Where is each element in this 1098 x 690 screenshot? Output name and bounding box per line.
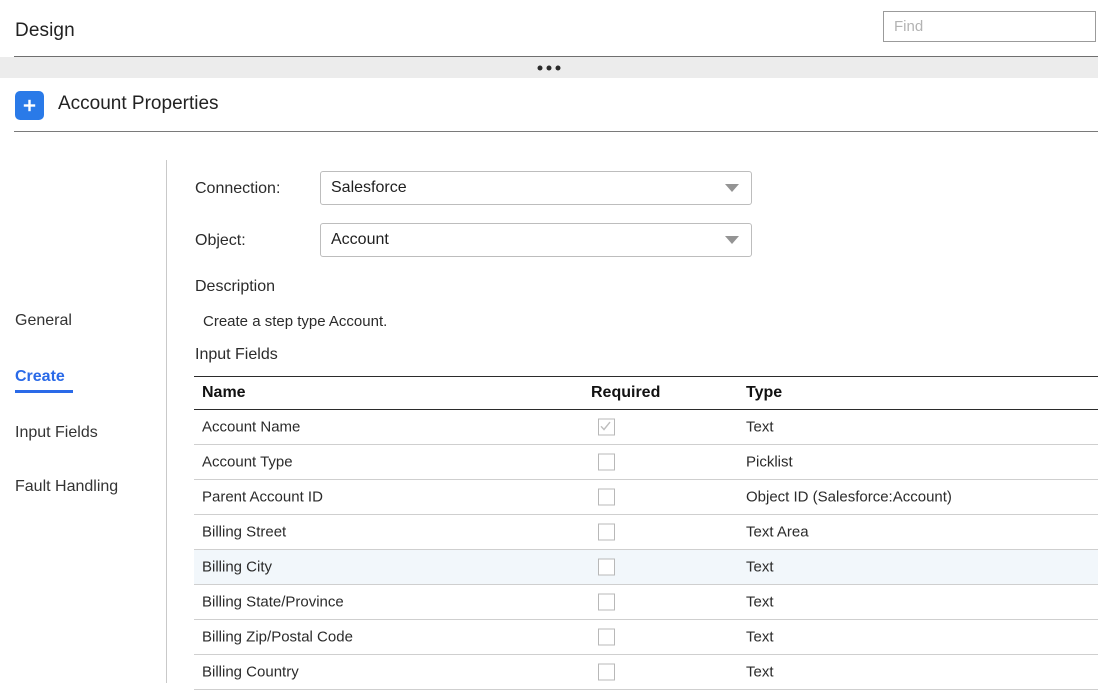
- plus-icon[interactable]: [15, 91, 44, 120]
- sidebar-item-input-fields[interactable]: Input Fields: [15, 424, 98, 442]
- table-row[interactable]: Billing Street Text Area: [194, 515, 1098, 550]
- field-type-cell: Text: [746, 628, 774, 646]
- field-type-cell: Text: [746, 558, 774, 576]
- table-body: Account Name Text Account Type Picklist Pare…: [194, 410, 1098, 690]
- column-header-type: Type: [746, 384, 783, 401]
- ellipsis-dot: [546, 65, 552, 70]
- required-checkbox[interactable]: [598, 663, 615, 681]
- field-type-cell: Object ID (Salesforce:Account): [746, 488, 952, 506]
- field-name-cell: Account Name: [202, 418, 301, 436]
- required-checkbox[interactable]: [598, 628, 615, 646]
- required-checkbox[interactable]: [598, 558, 615, 576]
- input-fields-table: Name Required Type Account Name Text Accou…: [194, 376, 1098, 690]
- connection-select[interactable]: Salesforce: [320, 171, 752, 205]
- table-row[interactable]: Account Name Text: [194, 410, 1098, 445]
- section-title: Account Properties: [58, 93, 219, 114]
- ellipsis-icon[interactable]: [532, 61, 567, 74]
- field-name-cell: Billing Street: [202, 523, 287, 541]
- required-checkbox[interactable]: [598, 523, 615, 541]
- table-row[interactable]: Billing Country Text: [194, 655, 1098, 690]
- sidebar-divider: [166, 160, 167, 683]
- required-checkbox[interactable]: [598, 593, 615, 611]
- field-type-cell: Text: [746, 418, 774, 436]
- input-fields-heading: Input Fields: [195, 346, 278, 363]
- table-row[interactable]: Parent Account ID Object ID (Salesforce:A…: [194, 480, 1098, 515]
- top-bar: Design: [0, 0, 1098, 57]
- table-row[interactable]: Billing City Text: [194, 550, 1098, 585]
- field-type-cell: Text Area: [746, 523, 809, 541]
- table-row[interactable]: Account Type Picklist: [194, 445, 1098, 480]
- chevron-down-icon: [725, 184, 739, 192]
- find-input[interactable]: [883, 11, 1096, 42]
- ellipsis-dot: [537, 65, 543, 70]
- sidebar: General Create Input Fields Fault Handli…: [0, 140, 166, 683]
- field-name-cell: Billing Zip/Postal Code: [202, 628, 353, 646]
- field-name-cell: Billing City: [202, 558, 273, 576]
- connection-label: Connection:: [195, 180, 281, 197]
- required-checkbox[interactable]: [598, 488, 615, 506]
- table-row[interactable]: Billing Zip/Postal Code Text: [194, 620, 1098, 655]
- field-name-cell: Parent Account ID: [202, 488, 323, 506]
- description-heading: Description: [195, 278, 276, 295]
- section-divider: [14, 131, 1098, 132]
- field-name-cell: Billing State/Province: [202, 593, 344, 611]
- sidebar-item-general[interactable]: General: [15, 312, 72, 330]
- field-type-cell: Text: [746, 663, 774, 681]
- toolbar-band: [0, 57, 1098, 78]
- required-checkbox[interactable]: [598, 453, 615, 471]
- table-header-row: Name Required Type: [194, 376, 1098, 410]
- column-header-name: Name: [202, 384, 246, 401]
- field-type-cell: Picklist: [746, 453, 793, 471]
- object-value: Account: [331, 231, 389, 248]
- sidebar-item-create[interactable]: Create: [15, 368, 65, 386]
- sidebar-item-fault-handling[interactable]: Fault Handling: [15, 478, 118, 496]
- description-text: Create a step type Account.: [203, 313, 388, 330]
- column-header-required: Required: [591, 384, 661, 401]
- connection-value: Salesforce: [331, 179, 407, 196]
- field-type-cell: Text: [746, 593, 774, 611]
- field-name-cell: Account Type: [202, 453, 293, 471]
- chevron-down-icon: [725, 236, 739, 244]
- page-title: Design: [15, 20, 75, 41]
- required-checkbox[interactable]: [598, 418, 615, 436]
- ellipsis-dot: [555, 65, 561, 70]
- object-select[interactable]: Account: [320, 223, 752, 257]
- field-name-cell: Billing Country: [202, 663, 299, 681]
- object-label: Object:: [195, 232, 246, 249]
- sidebar-active-indicator: [15, 390, 73, 393]
- table-row[interactable]: Billing State/Province Text: [194, 585, 1098, 620]
